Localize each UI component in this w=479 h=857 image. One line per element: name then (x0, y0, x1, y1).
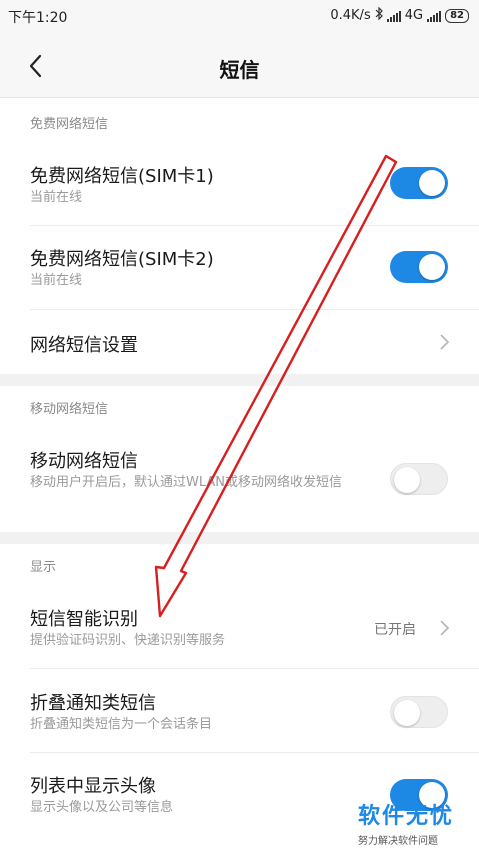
status-bar: 下午1:20 0.4K/s 4G 82 (0, 0, 479, 34)
watermark: 软件无忧 努力解决软件问题 (358, 798, 476, 847)
section-header-free-sms: 免费网络短信 (30, 117, 109, 132)
divider (30, 668, 479, 669)
watermark-subtitle: 努力解决软件问题 (358, 836, 438, 847)
status-value: 已开启 (374, 622, 416, 638)
chevron-right-icon (440, 334, 450, 350)
sim1-toggle[interactable] (390, 167, 448, 199)
row-title: 免费网络短信(SIM卡1) (30, 166, 214, 187)
status-time: 下午1:20 (8, 10, 68, 26)
section-header-mobile-sms: 移动网络短信 (30, 402, 109, 417)
divider (30, 752, 479, 753)
bluetooth-icon (375, 6, 383, 24)
row-subtitle: 移动用户开启后，默认通过WLAN或移动网络收发短信 (30, 475, 343, 490)
signal-icon (386, 10, 401, 22)
divider (30, 309, 479, 310)
row-subtitle: 显示头像以及公司等信息 (30, 800, 174, 815)
divider (30, 225, 479, 226)
row-title: 网络短信设置 (30, 335, 138, 356)
page-title: 短信 (219, 58, 260, 82)
signal-icon-2 (427, 10, 442, 22)
section-gap (0, 374, 479, 386)
watermark-title: 软件无忧 (358, 804, 455, 829)
toggle-knob (419, 254, 445, 280)
row-subtitle: 提供验证码识别、快递识别等服务 (30, 633, 226, 648)
status-indicators: 0.4K/s 4G 82 (330, 6, 469, 24)
toggle-knob (394, 467, 420, 493)
row-title: 免费网络短信(SIM卡2) (30, 249, 214, 270)
row-title: 列表中显示头像 (30, 776, 156, 797)
row-title: 折叠通知类短信 (30, 693, 156, 714)
section-gap (0, 532, 479, 544)
chevron-right-icon (440, 620, 450, 636)
toggle-knob (394, 700, 420, 726)
fold-toggle[interactable] (390, 696, 448, 728)
row-title: 移动网络短信 (30, 451, 138, 472)
section-header-display: 显示 (30, 560, 57, 575)
row-title: 短信智能识别 (30, 609, 138, 630)
row-subtitle: 折叠通知类短信为一个会话条目 (30, 717, 213, 732)
battery-icon: 82 (445, 8, 469, 23)
mobile-sms-toggle[interactable] (390, 463, 448, 495)
row-subtitle: 当前在线 (30, 273, 83, 288)
nav-bar: 短信 (0, 34, 479, 98)
sim2-toggle[interactable] (390, 251, 448, 283)
net-speed: 0.4K/s (330, 8, 371, 23)
row-subtitle: 当前在线 (30, 190, 83, 205)
toggle-knob (419, 170, 445, 196)
network-type: 4G (404, 8, 424, 23)
